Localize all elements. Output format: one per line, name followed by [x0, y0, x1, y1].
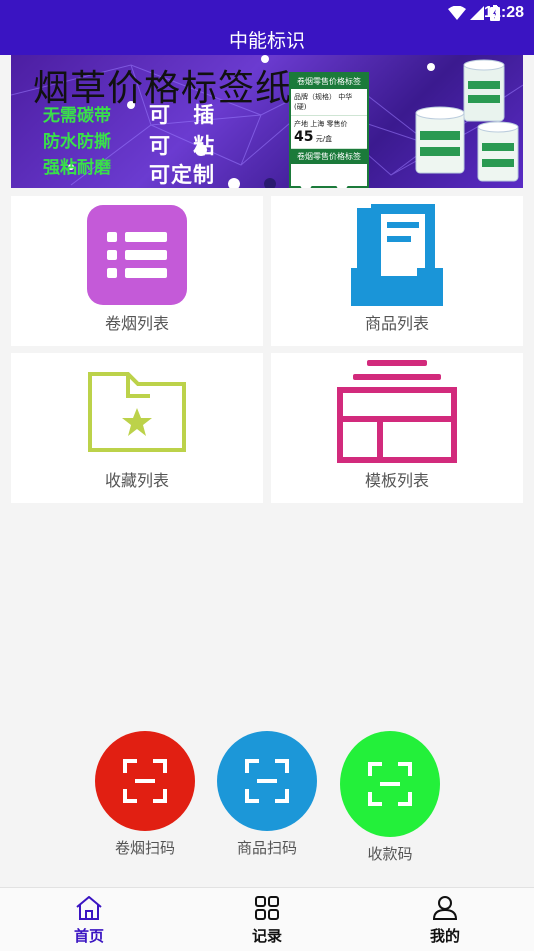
pagination-dot[interactable] — [300, 177, 312, 188]
tab-label: 我的 — [429, 927, 460, 945]
app-title: 中能标识 — [0, 28, 534, 55]
label-header-2: 卷烟零售价格标签 — [291, 149, 367, 164]
home-icon — [76, 895, 102, 920]
label-unit: 元/盒 — [315, 135, 333, 143]
pagination-dot-active[interactable] — [264, 177, 276, 188]
scan-label: 收款码 — [367, 845, 413, 863]
scan-icon — [245, 759, 289, 803]
banner-feature: 强粘耐磨 — [43, 158, 111, 178]
tile-label: 模板列表 — [364, 471, 429, 490]
bottom-tab-bar: 首页 记录 我的 — [0, 887, 534, 951]
price-label-sample: 卷烟零售价格标签 品牌（规格） 中华(硬) 产地 上海 零售价 45 元/盒 卷… — [289, 72, 369, 188]
layout-template-icon — [337, 360, 457, 463]
scan-icon — [123, 759, 167, 803]
label-header: 卷烟零售价格标签 — [291, 74, 367, 89]
list-icon — [87, 205, 187, 305]
label-price-caption: 零售价 — [326, 120, 348, 128]
banner-pagination — [216, 173, 360, 188]
banner-use: 可 粘 — [149, 134, 223, 158]
scan-circle[interactable] — [95, 731, 195, 831]
tab-label: 记录 — [251, 927, 282, 945]
label-price: 45 — [294, 129, 314, 145]
goods-scan-button[interactable]: 商品扫码 — [217, 731, 317, 858]
tab-home[interactable]: 首页 — [49, 895, 129, 946]
cigarette-scan-button[interactable]: 卷烟扫码 — [95, 731, 195, 858]
promo-banner[interactable]: 烟草价格标签纸 无需碳带 防水防撕 强粘耐磨 可 插 可 粘 可定制 卷烟零售价… — [11, 55, 523, 188]
scan-circle[interactable] — [340, 731, 440, 837]
grid-icon — [255, 896, 279, 920]
status-bar: 11:28 — [0, 0, 534, 28]
user-icon — [432, 896, 458, 920]
tile-template-list[interactable]: 模板列表 — [271, 353, 523, 503]
label-rolls-image — [415, 59, 519, 182]
status-time: 11:28 — [483, 4, 524, 21]
tile-goods-list[interactable]: 商品列表 — [271, 196, 523, 346]
banner-feature: 防水防撕 — [43, 132, 111, 152]
tab-label: 首页 — [73, 927, 104, 945]
banner-feature: 无需碳带 — [43, 106, 111, 126]
tile-label: 商品列表 — [364, 314, 429, 333]
folder-star-icon — [88, 372, 186, 452]
label-price-row: 产地 上海 零售价 45 元/盒 — [291, 116, 367, 149]
cellular-icon — [470, 6, 484, 20]
scan-circle[interactable] — [217, 731, 317, 831]
scan-label: 商品扫码 — [236, 839, 297, 857]
label-origin-caption: 产地 — [294, 120, 308, 128]
scan-icon — [368, 762, 412, 806]
payment-code-button[interactable]: 收款码 — [340, 731, 440, 864]
tile-label: 卷烟列表 — [104, 314, 169, 333]
pagination-dot[interactable] — [336, 177, 348, 188]
wifi-icon — [448, 6, 466, 20]
tab-records[interactable]: 记录 — [227, 896, 307, 946]
tile-cigarette-list[interactable]: 卷烟列表 — [11, 196, 263, 346]
tile-favorites-list[interactable]: 收藏列表 — [11, 353, 263, 503]
pagination-dot[interactable] — [228, 177, 240, 188]
tab-profile[interactable]: 我的 — [405, 896, 485, 946]
banner-use: 可 插 — [149, 103, 223, 127]
label-origin: 上海 — [310, 120, 325, 128]
tile-label: 收藏列表 — [104, 471, 169, 490]
label-brand-caption: 品牌（规格） — [294, 93, 336, 101]
inbox-tray-icon — [351, 204, 443, 306]
label-brand-row: 品牌（规格） 中华(硬) — [291, 89, 367, 116]
scan-label: 卷烟扫码 — [114, 839, 175, 857]
banner-use: 可定制 — [149, 163, 215, 187]
